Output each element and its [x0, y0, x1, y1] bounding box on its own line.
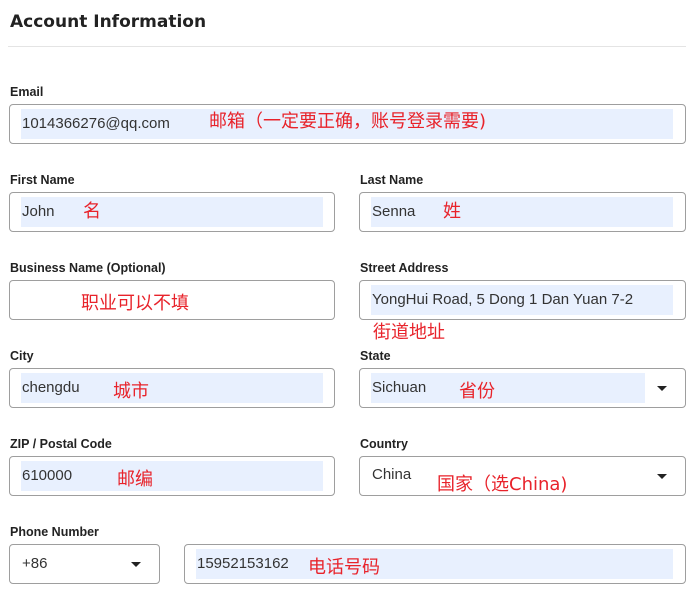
phone-number-field[interactable]: 15952153162	[184, 544, 686, 584]
last-name-annotation: 姓	[443, 201, 461, 222]
state-value: Sichuan	[372, 379, 427, 396]
email-annotation: 邮箱（一定要正确，账号登录需要)	[209, 111, 487, 132]
country-label: Country	[360, 437, 408, 451]
first-name-field[interactable]: John	[9, 192, 335, 232]
zip-label: ZIP / Postal Code	[10, 437, 112, 451]
street-address-label: Street Address	[360, 261, 449, 275]
autofill-highlight	[371, 197, 673, 227]
phone-number-value: 15952153162	[197, 555, 289, 572]
zip-field[interactable]: 610000	[9, 456, 335, 496]
business-name-annotation: 职业可以不填	[81, 293, 189, 314]
caret-down-icon[interactable]	[657, 386, 667, 391]
state-annotation: 省份	[459, 381, 495, 402]
city-label: City	[10, 349, 34, 363]
state-label: State	[360, 349, 391, 363]
street-address-value: YongHui Road, 5 Dong 1 Dan Yuan 7-2	[372, 291, 634, 308]
city-value: chengdu	[22, 379, 80, 396]
caret-down-icon[interactable]	[131, 562, 141, 567]
street-address-annotation: 街道地址	[373, 322, 445, 343]
section-title: Account Information	[10, 12, 207, 32]
email-value: 1014366276@qq.com	[22, 115, 170, 132]
section-divider	[8, 46, 686, 47]
street-address-field[interactable]: YongHui Road, 5 Dong 1 Dan Yuan 7-2	[359, 280, 686, 320]
last-name-label: Last Name	[360, 173, 424, 187]
business-name-label: Business Name (Optional)	[10, 261, 166, 275]
email-label: Email	[10, 85, 44, 99]
caret-down-icon[interactable]	[657, 474, 667, 479]
phone-annotation: 电话号码	[308, 557, 380, 578]
city-annotation: 城市	[113, 381, 149, 402]
autofill-highlight	[21, 197, 323, 227]
first-name-annotation: 名	[83, 201, 101, 222]
country-annotation: 国家（选China)	[437, 474, 568, 495]
state-select[interactable]: Sichuan	[359, 368, 686, 408]
phone-country-code-value: +86	[22, 555, 48, 572]
zip-value: 610000	[22, 467, 73, 484]
phone-label: Phone Number	[10, 525, 99, 539]
city-field[interactable]: chengdu	[9, 368, 335, 408]
first-name-label: First Name	[10, 173, 75, 187]
country-value: China	[372, 466, 412, 483]
zip-annotation: 邮编	[117, 469, 153, 490]
last-name-field[interactable]: Senna	[359, 192, 686, 232]
last-name-value: Senna	[372, 203, 416, 220]
phone-country-code-select[interactable]: +86	[9, 544, 160, 584]
first-name-value: John	[22, 203, 55, 220]
